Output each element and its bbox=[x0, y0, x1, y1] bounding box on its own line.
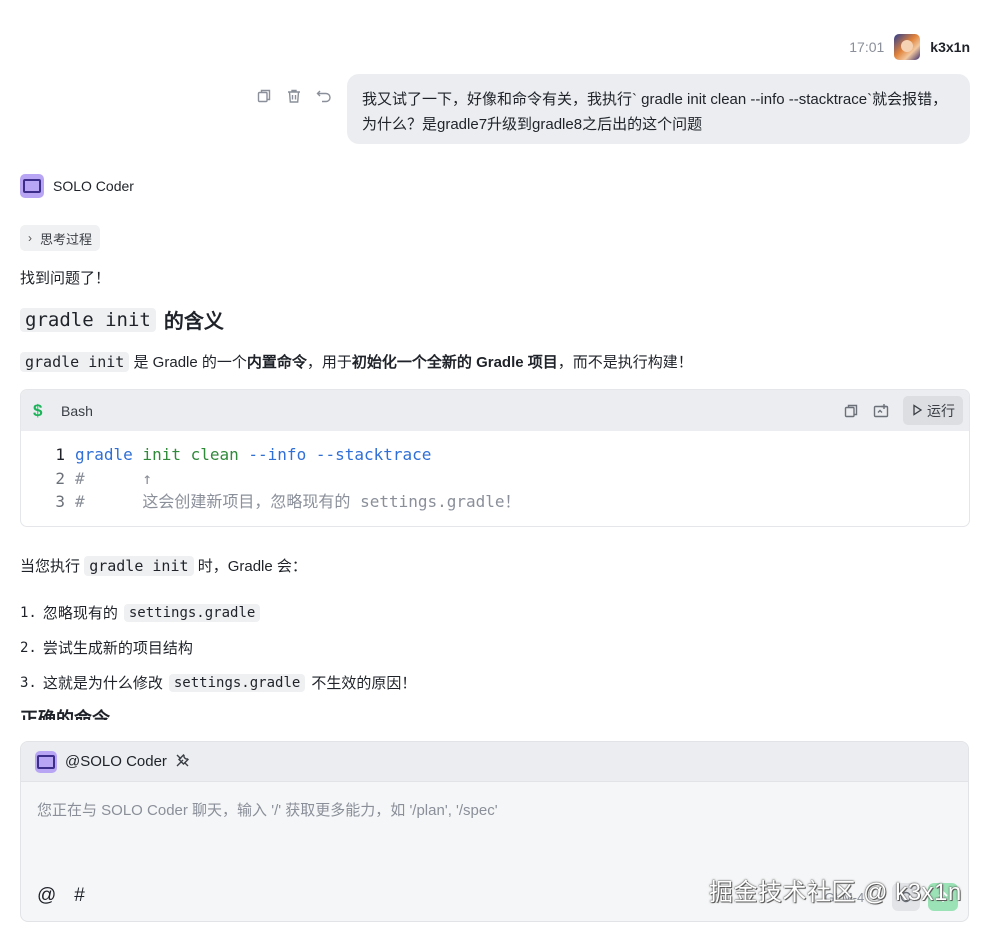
thinking-label: 思考过程 bbox=[40, 231, 93, 247]
input-footer: @ # bbox=[37, 885, 85, 907]
bold-text: 初始化一个全新的 Gradle 项目 bbox=[351, 354, 558, 371]
line-number: 2 bbox=[55, 468, 65, 488]
inline-code: gradle init bbox=[84, 556, 194, 576]
code-token-command: gradle bbox=[75, 445, 133, 464]
context-button[interactable]: # bbox=[74, 885, 85, 907]
heading-text: 的含义 bbox=[163, 311, 224, 333]
inline-code: settings.gradle bbox=[168, 673, 306, 692]
paragraph-explanation: gradle init 是 Gradle 的一个内置命令，用于初始化一个全新的 … bbox=[20, 351, 693, 372]
bot-icon bbox=[20, 174, 44, 198]
list-number: 2. bbox=[20, 639, 37, 656]
message-time: 17:01 bbox=[849, 39, 885, 55]
inline-code: gradle init bbox=[20, 307, 156, 332]
play-icon bbox=[911, 403, 923, 419]
inline-code: gradle init bbox=[20, 352, 130, 372]
insert-code-icon[interactable] bbox=[873, 403, 889, 419]
run-button[interactable]: 运行 bbox=[903, 396, 963, 425]
code-block-header: $ Bash 运行 bbox=[21, 390, 969, 431]
list-number: 1. bbox=[20, 604, 37, 621]
text-span: 时，Gradle 会： bbox=[197, 558, 307, 575]
undo-icon[interactable] bbox=[316, 88, 332, 104]
chevron-right-icon: › bbox=[28, 231, 32, 245]
list-text: 忽略现有的 bbox=[42, 605, 118, 622]
copy-code-icon[interactable] bbox=[843, 403, 859, 419]
user-message-meta: 17:01 k3x1n bbox=[849, 34, 970, 60]
code-line: 2 # ↑ bbox=[51, 467, 969, 491]
list-item: 2. 尝试生成新的项目结构 bbox=[20, 630, 416, 665]
code-line: 1 gradle init clean --info --stacktrace bbox=[51, 443, 969, 467]
assistant-header: SOLO Coder bbox=[20, 174, 134, 198]
assistant-name: SOLO Coder bbox=[53, 178, 134, 194]
mention-button[interactable]: @ bbox=[37, 885, 56, 907]
bold-text: 内置命令 bbox=[246, 354, 307, 371]
list-text: 这就是为什么修改 bbox=[42, 675, 163, 692]
paragraph-when-executing: 当您执行 gradle init 时，Gradle 会： bbox=[20, 555, 307, 576]
thinking-process-toggle[interactable]: › 思考过程 bbox=[20, 225, 101, 251]
list-text: 尝试生成新的项目结构 bbox=[42, 640, 193, 657]
text-span: 是 Gradle 的一个 bbox=[133, 354, 247, 371]
code-comment: # 这会创建新项目，忽略现有的 settings.gradle！ bbox=[75, 492, 521, 511]
code-language: Bash bbox=[61, 402, 93, 419]
heading-correct-command: 正确的命令 bbox=[20, 709, 110, 720]
code-block: $ Bash 运行 1 gradle init clean --info --s… bbox=[20, 389, 970, 527]
text-span: ，而不是执行构建！ bbox=[557, 354, 693, 371]
found-text: 找到问题了！ bbox=[20, 270, 111, 287]
list-tail: 不生效的原因！ bbox=[311, 675, 417, 692]
text-span: 当您执行 bbox=[20, 558, 81, 575]
agent-mention[interactable]: @SOLO Coder bbox=[65, 753, 167, 770]
list-item: 1. 忽略现有的 settings.gradle bbox=[20, 595, 416, 630]
run-label: 运行 bbox=[927, 402, 955, 419]
copy-icon[interactable] bbox=[256, 88, 272, 104]
code-body: 1 gradle init clean --info --stacktrace … bbox=[21, 431, 969, 514]
input-header: @SOLO Coder bbox=[21, 742, 968, 782]
heading-gradle-init: gradle init 的含义 bbox=[20, 305, 224, 334]
text-span: ，用于 bbox=[306, 354, 352, 371]
list-number: 3. bbox=[20, 674, 37, 691]
line-number: 1 bbox=[55, 445, 65, 464]
delete-icon[interactable] bbox=[286, 88, 302, 104]
code-comment: # ↑ bbox=[75, 468, 153, 488]
numbered-list: 1. 忽略现有的 settings.gradle 2. 尝试生成新的项目结构 3… bbox=[20, 595, 416, 700]
code-block-tools: 运行 bbox=[843, 396, 963, 425]
user-avatar[interactable] bbox=[894, 34, 921, 60]
code-line: 3 # 这会创建新项目，忽略现有的 settings.gradle！ bbox=[51, 490, 969, 514]
code-token-args: init clean bbox=[132, 445, 239, 464]
line-number: 3 bbox=[55, 492, 65, 511]
code-token-flags: --info --stacktrace bbox=[238, 445, 432, 464]
chat-input[interactable]: 您正在与 SOLO Coder 聊天，输入 '/' 获取更多能力，如 '/pla… bbox=[37, 799, 498, 820]
tools-icon[interactable] bbox=[175, 753, 190, 771]
message-actions bbox=[256, 88, 332, 104]
inline-code: settings.gradle bbox=[123, 603, 261, 622]
watermark: 掘金技术社区 @ k3x1n bbox=[709, 879, 962, 906]
list-item: 3. 这就是为什么修改 settings.gradle 不生效的原因！ bbox=[20, 665, 416, 700]
terminal-dollar-icon: $ bbox=[33, 400, 43, 420]
bot-icon bbox=[35, 750, 57, 773]
user-name: k3x1n bbox=[930, 39, 970, 55]
user-message-bubble: 我又试了一下，好像和命令有关，我执行` gradle init clean --… bbox=[347, 74, 970, 144]
